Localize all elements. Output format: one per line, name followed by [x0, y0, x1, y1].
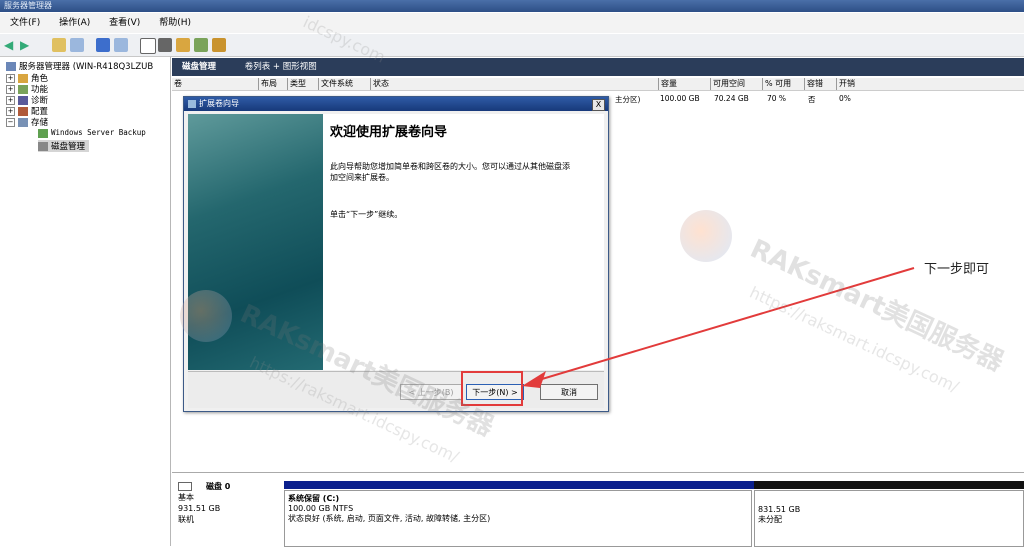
- disk-info[interactable]: 磁盘 0 基本 931.51 GB 联机: [178, 481, 230, 525]
- annotation-arrow: [522, 267, 915, 388]
- watermark-logo: [680, 210, 732, 262]
- volume-c-bar: [284, 481, 754, 489]
- unallocated-status: 未分配: [758, 515, 782, 524]
- volume-c-partition[interactable]: 系统保留 (C:) 100.00 GB NTFS 状态良好 (系统, 启动, 页…: [284, 490, 752, 547]
- watermark-logo: [180, 290, 232, 342]
- disk-state: 联机: [178, 515, 194, 524]
- unallocated-partition[interactable]: 831.51 GB 未分配: [754, 490, 1024, 547]
- disk-name: 磁盘 0: [206, 482, 231, 491]
- disk-icon: [178, 482, 192, 491]
- disk-size: 931.51 GB: [178, 504, 221, 513]
- volume-c-size: 100.00 GB NTFS: [288, 504, 354, 513]
- arrow-line: [531, 267, 915, 383]
- disk-graphical-pane: 磁盘 0 基本 931.51 GB 联机 系统保留 (C:) 100.00 GB…: [172, 472, 1024, 547]
- unallocated-size: 831.51 GB: [758, 505, 801, 514]
- volume-c-name: 系统保留 (C:): [288, 494, 340, 503]
- disk-type: 基本: [178, 493, 194, 502]
- arrow-head: [522, 371, 546, 388]
- annotation-text: 下一步即可: [924, 262, 990, 277]
- unallocated-bar: [754, 481, 1024, 489]
- volume-c-status: 状态良好 (系统, 启动, 页面文件, 活动, 故障转储, 主分区): [288, 514, 491, 523]
